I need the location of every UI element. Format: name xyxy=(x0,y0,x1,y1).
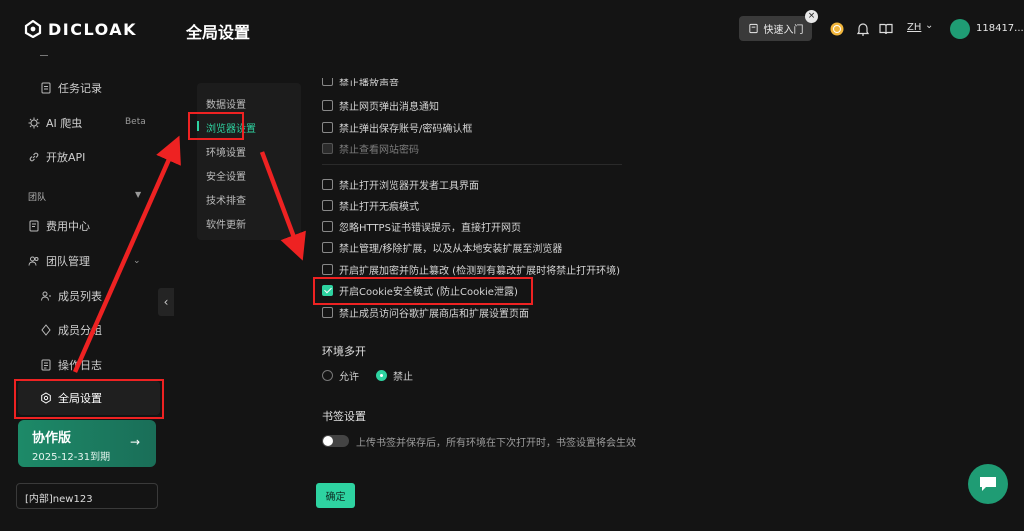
arrow-to-browser-settings xyxy=(72,135,181,373)
arrow-to-cookie-option xyxy=(259,151,306,261)
annotation-arrows xyxy=(72,135,306,373)
